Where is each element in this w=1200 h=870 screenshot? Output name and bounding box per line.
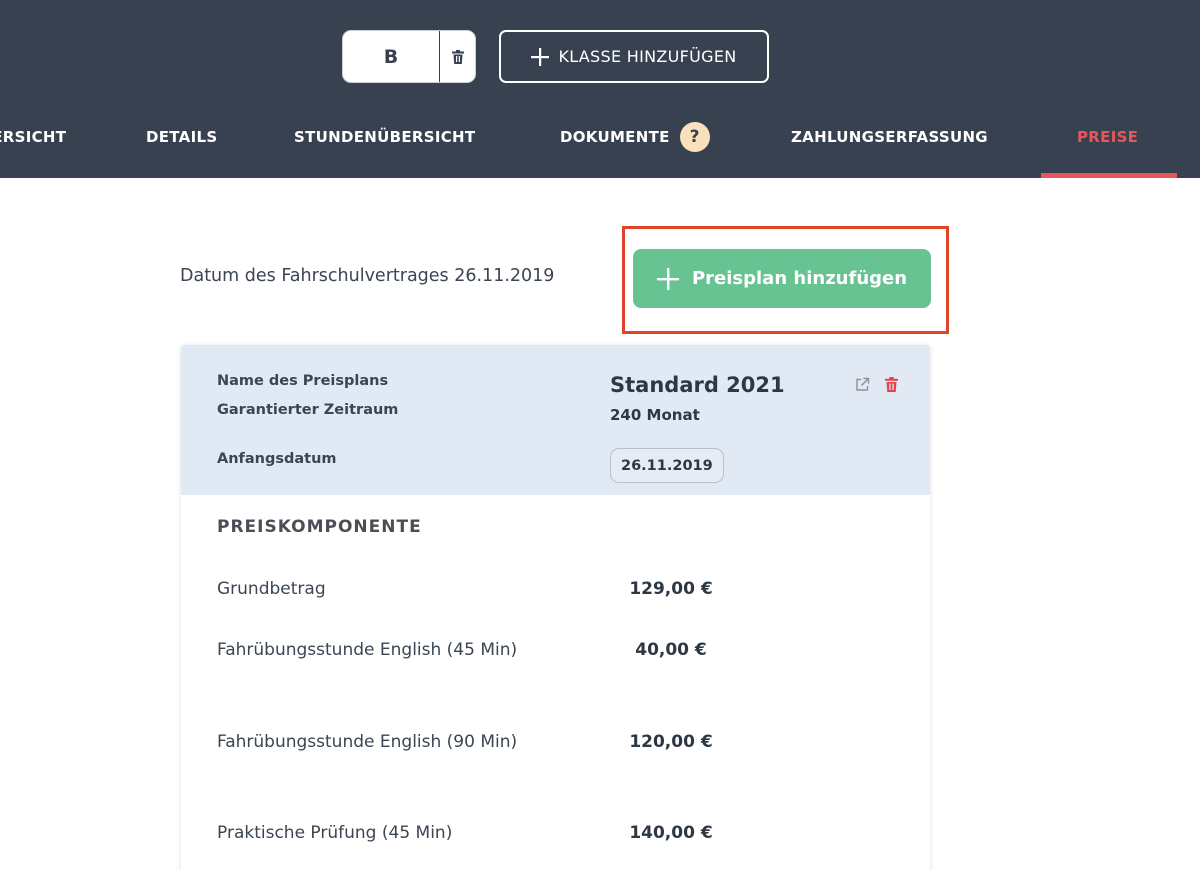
component-price: 40,00 € — [635, 640, 707, 660]
components-title: PREISKOMPONENTE — [217, 517, 422, 537]
add-class-button[interactable]: KLASSE HINZUFÜGEN — [499, 30, 769, 83]
active-tab-indicator — [1041, 173, 1177, 178]
tab-uebersicht[interactable]: ÜBERSICHT — [0, 118, 66, 156]
component-price: 120,00 € — [629, 732, 713, 752]
component-name: Fahrübungsstunde English (45 Min) — [217, 640, 518, 660]
price-plan-header: Name des Preisplans Garantierter Zeitrau… — [181, 345, 930, 495]
class-selector[interactable]: B — [342, 30, 476, 83]
add-class-label: KLASSE HINZUFÜGEN — [558, 47, 737, 66]
tab-dokumente[interactable]: DOKUMENTE ? — [560, 118, 710, 156]
plan-period-label: Garantierter Zeitraum — [217, 402, 399, 418]
component-name: Praktische Prüfung (45 Min) — [217, 823, 453, 843]
plus-icon — [656, 267, 679, 290]
trash-icon — [451, 49, 464, 64]
price-plan-card: Name des Preisplans Garantierter Zeitrau… — [181, 345, 930, 870]
class-letter[interactable]: B — [343, 31, 439, 82]
top-navigation-bar: B KLASSE HINZUFÜGEN ÜBERSICHT DETAILS ST… — [0, 0, 1200, 178]
question-icon[interactable]: ? — [679, 122, 710, 152]
tab-dokumente-label: DOKUMENTE — [560, 128, 670, 146]
plan-start-label: Anfangsdatum — [217, 451, 337, 467]
plus-icon — [531, 47, 550, 66]
component-name: Fahrübungsstunde English (90 Min) — [217, 732, 518, 752]
component-price: 129,00 € — [629, 579, 713, 599]
plan-start-date: 26.11.2019 — [610, 448, 724, 483]
tab-details[interactable]: DETAILS — [146, 118, 217, 156]
tab-zahlungserfassung[interactable]: ZAHLUNGSERFASSUNG — [791, 118, 988, 156]
plan-period-value: 240 Monat — [610, 406, 700, 424]
add-price-plan-label: Preisplan hinzufügen — [691, 268, 908, 289]
tab-preise[interactable]: PREISE — [1077, 118, 1138, 156]
plan-name-value: Standard 2021 — [610, 373, 785, 397]
external-link-icon[interactable] — [855, 377, 870, 392]
tab-stundenuebersicht[interactable]: STUNDENÜBERSICHT — [294, 118, 475, 156]
plan-name-label: Name des Preisplans — [217, 373, 389, 389]
add-price-plan-button[interactable]: Preisplan hinzufügen — [633, 249, 931, 308]
component-name: Grundbetrag — [217, 579, 326, 599]
contract-date-text: Datum des Fahrschulvertrages 26.11.2019 — [180, 266, 555, 286]
component-price: 140,00 € — [629, 823, 713, 843]
trash-icon[interactable] — [885, 377, 898, 392]
delete-class-button[interactable] — [439, 31, 475, 82]
